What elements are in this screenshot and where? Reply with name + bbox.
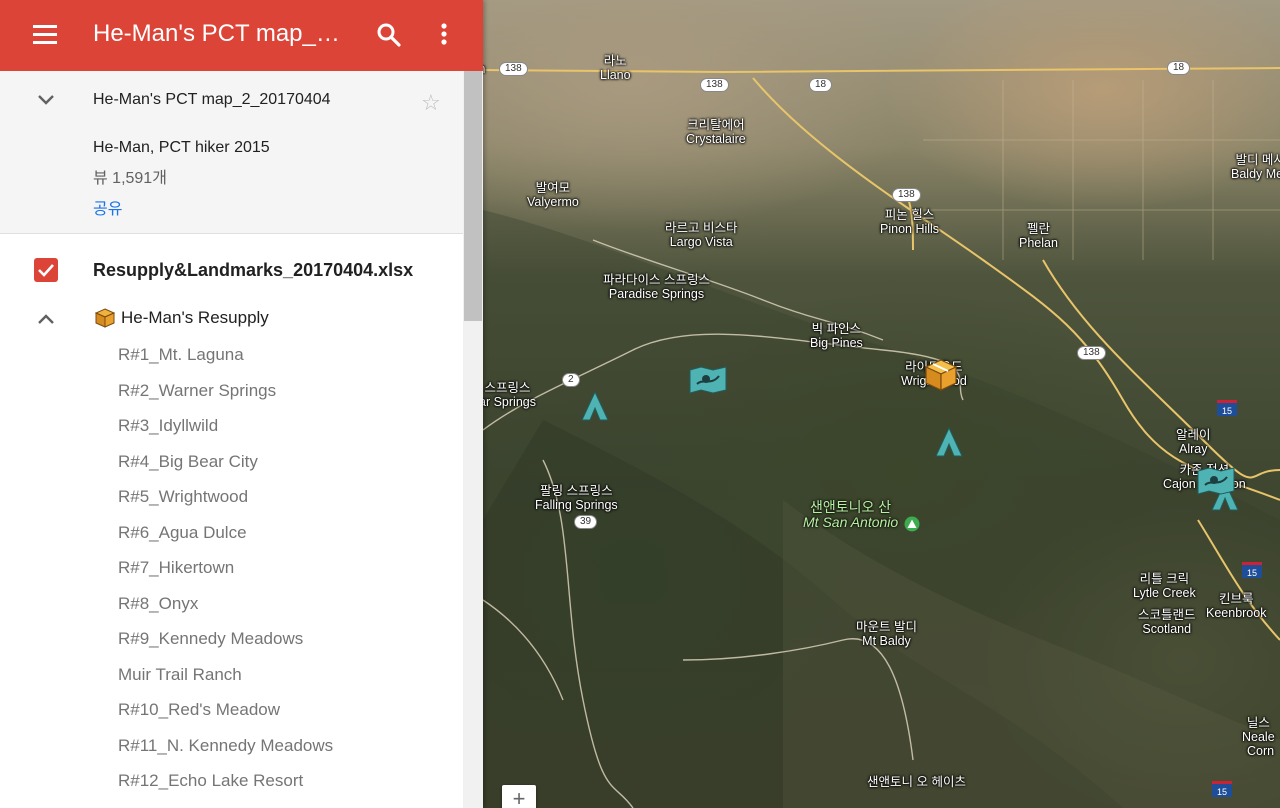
list-item[interactable]: R#12_Echo Lake Resort	[0, 763, 463, 799]
route-shield: 2	[562, 373, 580, 387]
peak-label: 샌앤토니오 산 Mt San Antonio	[803, 499, 899, 530]
map-label: 라르고 비스타 Largo Vista	[665, 221, 738, 249]
list-item[interactable]: R#9_Kennedy Meadows	[0, 621, 463, 657]
group-row[interactable]: He-Man's Resupply	[0, 300, 463, 336]
map-label: 파라다이스 스프링스 Paradise Springs	[603, 273, 710, 301]
interstate-shield: 15	[1212, 781, 1232, 797]
resupply-list: R#1_Mt. Laguna R#2_Warner Springs R#3_Idyl…	[0, 337, 463, 799]
hamburger-menu-icon[interactable]	[33, 25, 57, 45]
resupply-package-marker[interactable]	[923, 357, 959, 398]
map-label: 발디 메사Baldy Mes	[1231, 153, 1280, 181]
satellite-map[interactable]: m 라노Llano 크리탈에어Crystalaire 발여모Valyermo 라…	[483, 0, 1280, 808]
map-label: 스프링스 ar Springs	[483, 381, 536, 409]
map-label: 알레이 Alray	[1176, 428, 1211, 456]
map-label: 발여모 Valyermo	[527, 181, 579, 209]
sidebar: He-Man's PCT map_2_... He-Man's PCT map_…	[0, 0, 483, 808]
trail-map-marker[interactable]	[1197, 467, 1235, 500]
list-item[interactable]: R#1_Mt. Laguna	[0, 337, 463, 373]
campsite-marker[interactable]	[581, 390, 609, 427]
map-author: He-Man, PCT hiker 2015	[93, 139, 270, 156]
group-name: He-Man's Resupply	[121, 308, 269, 327]
map-info-panel: He-Man's PCT map_2_20170404 ☆ He-Man, PC…	[0, 71, 463, 234]
map-name: He-Man's PCT map_2_20170404	[93, 91, 331, 108]
top-app-bar: He-Man's PCT map_2_...	[0, 0, 483, 71]
map-label: 피논 힐스 Pinon Hills	[880, 208, 940, 236]
route-shield: 138	[892, 188, 921, 202]
list-item[interactable]: Muir Trail Ranch	[0, 657, 463, 693]
map-label: 샌앤토니 오 헤이츠	[867, 775, 966, 789]
package-icon	[94, 307, 116, 329]
interstate-shield: 15	[1242, 562, 1262, 578]
checkmark-icon	[38, 264, 54, 277]
map-label: 스코틀랜드 Scotland	[1138, 608, 1196, 636]
list-item[interactable]: R#10_Red's Meadow	[0, 692, 463, 728]
map-label: 킨브룩 Keenbrook	[1206, 592, 1267, 620]
route-shield: 39	[574, 515, 598, 529]
map-label: 빅 파인스 Big Pines	[810, 322, 863, 350]
route-shield: 138	[700, 78, 729, 92]
scrollbar[interactable]	[463, 71, 483, 808]
search-icon[interactable]	[376, 22, 402, 48]
map-label: 마운트 발디 Mt Baldy	[856, 620, 917, 648]
view-count: 뷰 1,591개	[93, 170, 167, 187]
trail-map-marker[interactable]	[689, 366, 727, 399]
route-shield: 138	[499, 62, 528, 76]
layer-name: Resupply&Landmarks_20170404.xlsx	[93, 260, 414, 280]
star-icon[interactable]: ☆	[421, 90, 441, 116]
map-label: m	[483, 62, 485, 76]
list-item[interactable]: R#4_Big Bear City	[0, 444, 463, 480]
zoom-in-button[interactable]: +	[502, 785, 536, 808]
route-shield: 18	[1167, 61, 1191, 75]
peak-icon	[904, 516, 920, 537]
route-shield: 138	[1077, 346, 1106, 360]
app: He-Man's PCT map_2_... He-Man's PCT map_…	[0, 0, 1280, 808]
list-item[interactable]: R#5_Wrightwood	[0, 479, 463, 515]
map-label: 라노 Llano	[600, 54, 631, 82]
list-item[interactable]: R#8_Onyx	[0, 586, 463, 622]
interstate-shield: 15	[1217, 400, 1237, 416]
more-vert-icon[interactable]	[434, 22, 454, 48]
layer-checkbox[interactable]	[34, 258, 58, 282]
list-item[interactable]: R#2_Warner Springs	[0, 373, 463, 409]
map-label: 닐스 Neale	[1242, 716, 1275, 744]
list-item[interactable]: R#7_Hikertown	[0, 550, 463, 586]
page-title: He-Man's PCT map_2_...	[93, 20, 353, 47]
route-shield: 18	[809, 78, 833, 92]
list-item[interactable]: R#3_Idyllwild	[0, 408, 463, 444]
map-label: 크리탈에어 Crystalaire	[686, 118, 746, 146]
share-link[interactable]: 공유	[93, 195, 122, 219]
list-item[interactable]: R#6_Agua Dulce	[0, 515, 463, 551]
map-label: 팔링 스프링스 Falling Springs	[535, 484, 618, 512]
list-item[interactable]: R#11_N. Kennedy Meadows	[0, 728, 463, 764]
layer-row[interactable]: Resupply&Landmarks_20170404.xlsx	[0, 250, 463, 294]
chevron-up-icon[interactable]	[36, 312, 56, 326]
map-label: Corn	[1247, 744, 1275, 758]
chevron-down-icon[interactable]	[36, 93, 56, 107]
map-label: 리틀 크릭 Lytle Creek	[1133, 572, 1196, 600]
campsite-marker[interactable]	[935, 426, 963, 463]
scrollbar-thumb[interactable]	[464, 71, 482, 321]
map-label: 펠란 Phelan	[1019, 222, 1058, 250]
